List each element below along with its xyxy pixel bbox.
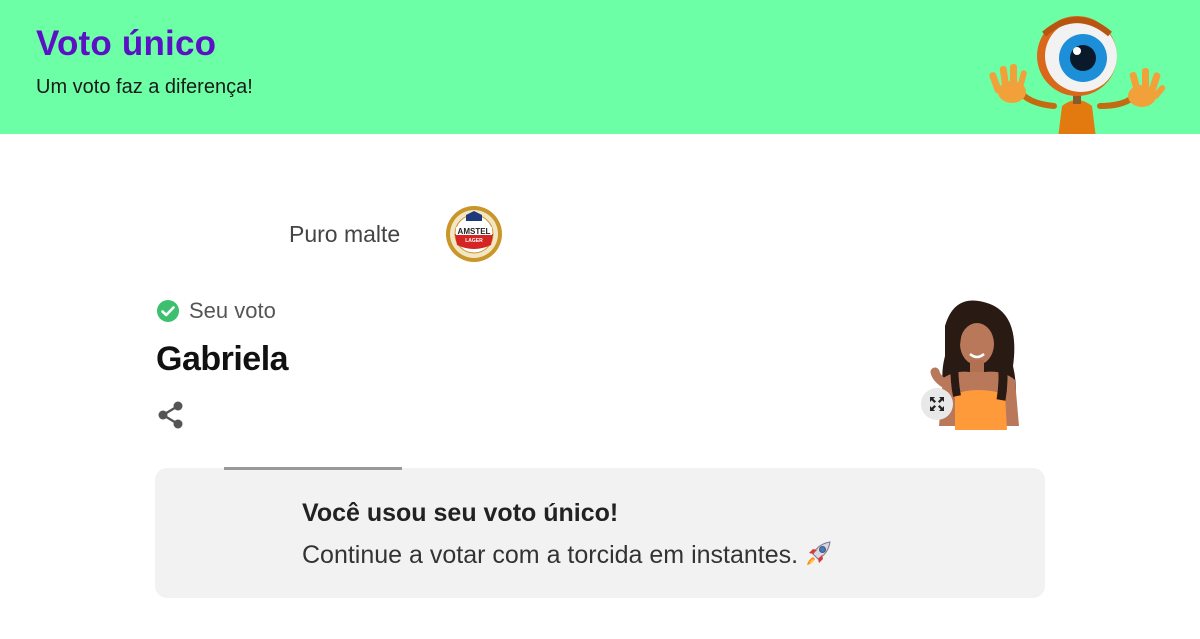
logo-text-bottom: LAGER — [465, 238, 483, 244]
progress-bar — [224, 467, 402, 470]
expand-photo-button[interactable] — [921, 388, 953, 420]
amstel-logo-icon: AMSTEL LAGER — [446, 206, 502, 262]
info-box: Você usou seu voto único! Continue a vot… — [155, 468, 1045, 598]
page-subtitle: Um voto faz a diferença! — [36, 76, 253, 98]
sponsor-label: Puro malte — [289, 221, 401, 247]
candidate-name: Gabriela — [156, 340, 289, 378]
logo-text-top: AMSTEL — [458, 227, 491, 236]
info-text: Continue a votar com a torcida em instan… — [302, 538, 834, 570]
vote-status-label: Seu voto — [189, 298, 276, 323]
page-title: Voto único — [36, 24, 217, 63]
vote-status: Seu voto — [156, 298, 276, 324]
info-text-label: Continue a votar com a torcida em instan… — [302, 541, 799, 569]
share-icon[interactable] — [157, 400, 185, 430]
check-circle-icon — [157, 300, 179, 322]
header-banner: Voto único Um voto faz a diferença! — [0, 0, 1200, 134]
rocket-icon — [807, 541, 831, 565]
expand-icon — [930, 397, 944, 411]
big-brother-eye-mascot-icon — [989, 16, 1166, 134]
progress-fill — [224, 467, 402, 470]
info-title: Você usou seu voto único! — [302, 499, 619, 527]
